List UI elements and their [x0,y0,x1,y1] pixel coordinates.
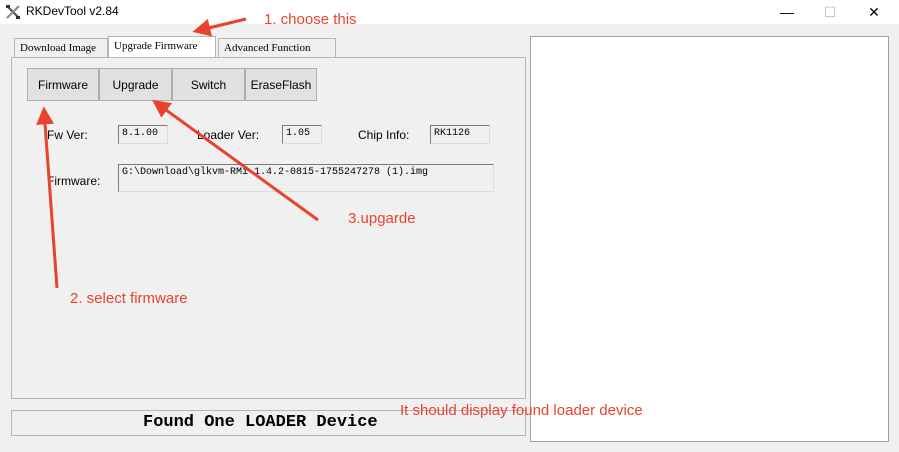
chip-info-field: RK1126 [430,125,490,144]
annotation-step-1: 1. choose this [264,11,357,28]
tab-advanced-function[interactable]: Advanced Function [218,38,336,57]
close-button[interactable]: ✕ [851,0,897,24]
log-output[interactable] [530,36,889,442]
tab-download-image[interactable]: Download Image [14,38,108,57]
annotation-note: It should display found loader device [400,402,643,419]
firmware-path-label: Firmware: [47,174,101,188]
upgrade-firmware-panel: Firmware Upgrade Switch EraseFlash Fw Ve… [11,57,526,399]
fw-ver-field: 8.1.00 [118,125,168,144]
upgrade-button[interactable]: Upgrade [99,68,172,101]
tab-upgrade-firmware[interactable]: Upgrade Firmware [108,36,216,58]
minimize-button[interactable]: — [764,0,810,24]
loader-ver-field: 1.05 [282,125,322,144]
maximize-button[interactable]: ☐ [807,0,853,24]
annotation-step-2: 2. select firmware [70,290,188,307]
firmware-button[interactable]: Firmware [27,68,99,101]
tools-icon [5,4,21,20]
title-bar: RKDevTool v2.84 — ☐ ✕ [0,0,899,24]
window-title: RKDevTool v2.84 [26,4,119,18]
erase-flash-button[interactable]: EraseFlash [245,68,317,101]
status-message: Found One LOADER Device [143,413,378,432]
switch-button[interactable]: Switch [172,68,245,101]
loader-ver-label: Loader Ver: [197,128,260,142]
annotation-step-3: 3.upgarde [348,210,416,227]
firmware-path-field: G:\Download\glkvm-RMi-1.4.2-0815-1755247… [118,164,494,192]
chip-info-label: Chip Info: [358,128,410,142]
fw-ver-label: Fw Ver: [47,128,88,142]
